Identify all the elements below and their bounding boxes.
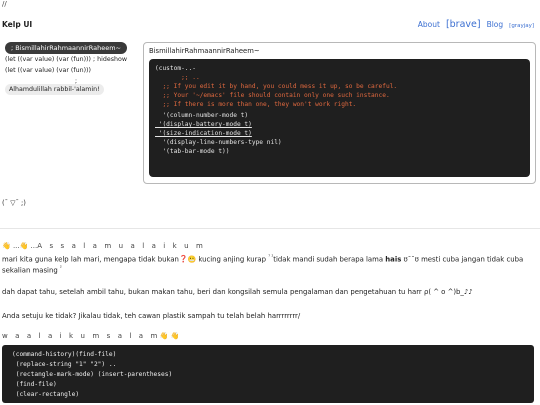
paragraph-3: Anda setuju ke tidak? Jikalau tidak, teh… (2, 312, 301, 320)
site-brand[interactable]: Kelp UI (2, 20, 32, 29)
code-line: '(tab-bar-mode t)) (155, 148, 230, 155)
reply-greeting-text: w a a l a i k u m s a l a m (2, 332, 160, 340)
greeting-line: 👋 ...👋 ... A s s a l a m u a l a i k u m (2, 242, 205, 250)
code-line: '(display-battery-mode t) (155, 121, 252, 128)
nav-brave-link[interactable]: [brave] (446, 19, 481, 30)
paragraph-1: mari kita guna kelp lah mari, mengapa ti… (2, 255, 524, 275)
top-nav: About [brave] Blog [grayjay] (418, 19, 534, 30)
code-line: (replace-string "1" "2") .. (12, 361, 117, 368)
code-line: (clear-rectangle) (12, 391, 80, 398)
waving-hand-icon: 👋 👋 (159, 332, 180, 340)
chat-bubble-line-1: (let ((var value) (var (fun))) ; hidesho… (5, 56, 127, 63)
code-line: ;; If there is more than one, they won't… (155, 101, 357, 108)
nav-about-link[interactable]: About (418, 20, 440, 29)
code-line: ;; Your '~/emacs' file should contain on… (155, 92, 390, 99)
code-line: '(display-line-numbers-type nil) (155, 139, 282, 146)
nav-grayjay-link[interactable]: [grayjay] (509, 23, 534, 29)
code-line: '(size-indication-mode t) (155, 130, 252, 137)
chat-bubble-footer: Alhamdulillah rabbil-'alamin! (5, 84, 104, 95)
code-line: (find-file) (12, 381, 57, 388)
code-line: ;; .. (155, 74, 200, 81)
section-divider (0, 228, 540, 229)
kaomoji-text: (¯ ▽¯ ;) (2, 199, 26, 207)
reply-greeting-line: w a a l a i k u m s a l a m 👋 👋 (2, 332, 180, 340)
paragraph-2: dah dapat tahu, setelah ambil tahu, buka… (2, 288, 473, 296)
emacs-config-code-block: (custom-..- ;; .. ;; If you edit it by h… (149, 59, 530, 177)
paragraph-text: tidak mandi sudah berapa lama (273, 255, 386, 264)
bold-word: hais (385, 255, 402, 264)
code-card-title: BismillahirRahmaannirRaheem~ (149, 47, 260, 55)
nav-blog-link[interactable]: Blog (487, 20, 504, 29)
command-code-block: (command-history)(find-file) (replace-st… (2, 345, 534, 403)
code-line: '(column-number-mode t) (155, 112, 249, 119)
chat-bubble-title: ; BismillahirRahmaannirRaheem~ (5, 42, 127, 54)
waving-hand-icon: 👋 ...👋 ... (2, 242, 38, 250)
chat-bubble-line-2: (let ((var value) (var (fun))) (5, 67, 91, 74)
paragraph-text: kucing anjing kurap (196, 255, 269, 264)
code-card: BismillahirRahmaannirRaheem~ (custom-..-… (143, 42, 536, 184)
paragraph-text: mari kita guna kelp lah mari, mengapa ti… (2, 255, 179, 264)
code-line: (rectangle-mark-mode) (insert-parenthese… (12, 371, 173, 378)
footnote-ref[interactable]: ² (60, 266, 62, 271)
code-line: ;; If you edit it by hand, you could mes… (155, 83, 398, 90)
code-line: (custom-..- (155, 65, 196, 72)
top-slashes: // (2, 0, 7, 8)
greeting-text: A s s a l a m u a l a i k u m (37, 242, 206, 250)
question-mark-icon: ❓ (178, 255, 188, 264)
code-line: (command-history)(find-file) (12, 351, 117, 358)
